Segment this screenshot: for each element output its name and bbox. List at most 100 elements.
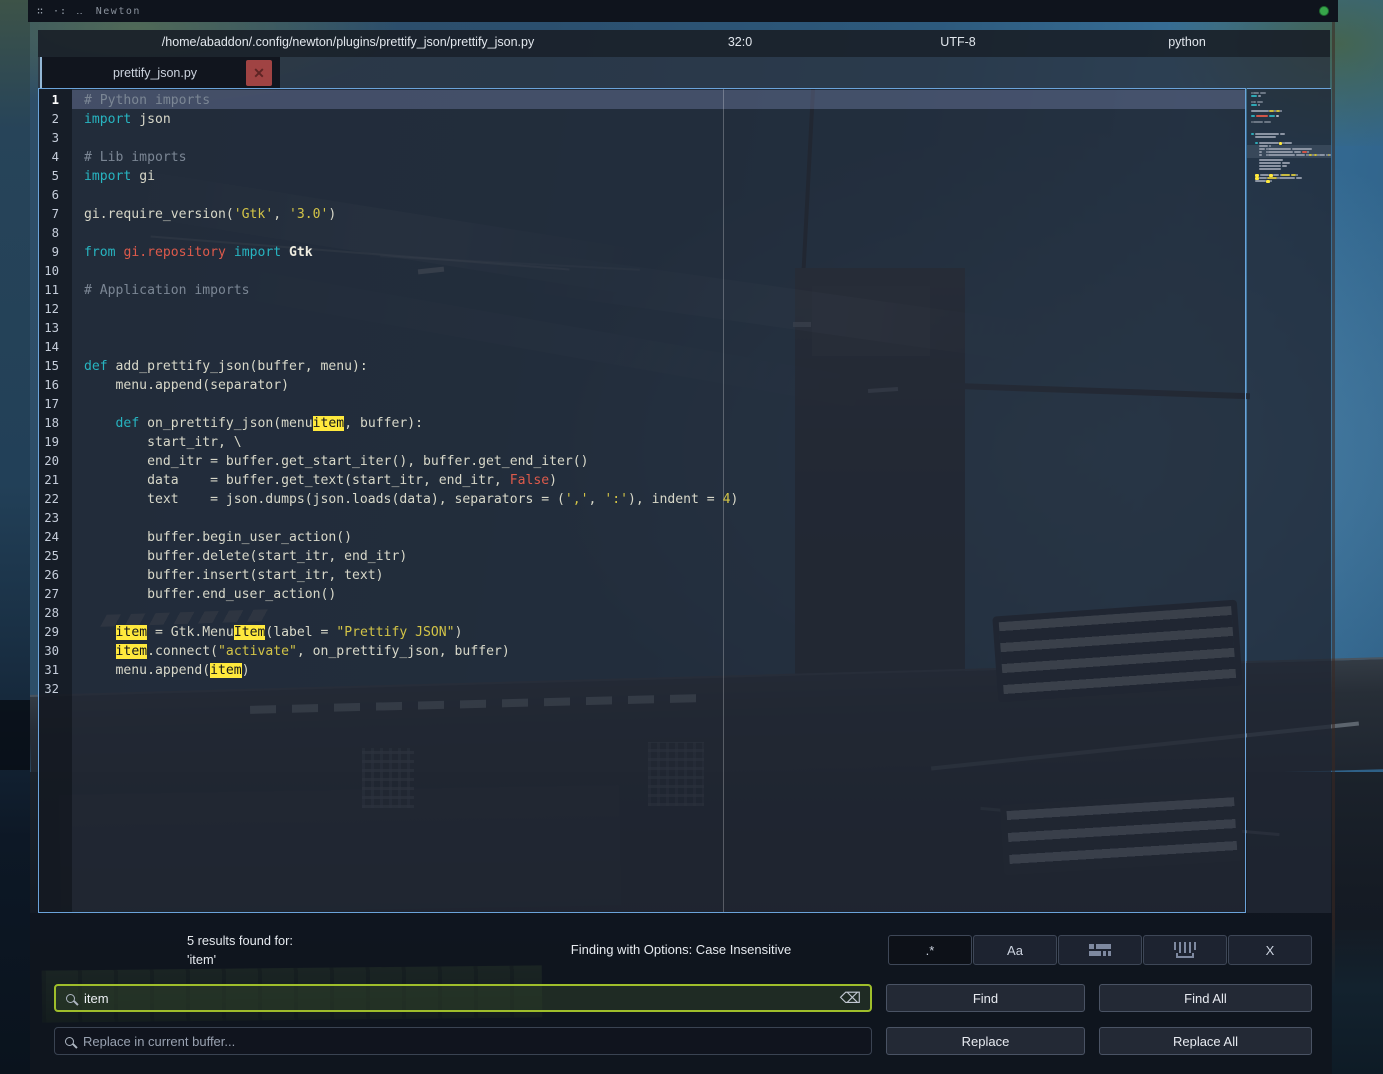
- line-number: 14: [39, 338, 59, 357]
- code-line[interactable]: [84, 604, 738, 623]
- regex-icon: .*: [926, 943, 935, 958]
- line-number: 26: [39, 566, 59, 585]
- minimap-line: [1296, 177, 1303, 179]
- code-line[interactable]: buffer.begin_user_action(): [84, 528, 738, 547]
- minimap-line: [1259, 165, 1282, 167]
- line-number: 29: [39, 623, 59, 642]
- find-options-status: Finding with Options: Case Insensitive: [571, 942, 791, 957]
- code-line[interactable]: buffer.insert(start_itr, text): [84, 566, 738, 585]
- minimap-line: [1257, 101, 1264, 103]
- code-line[interactable]: text = json.dumps(json.loads(data), sepa…: [84, 490, 738, 509]
- line-number: 13: [39, 319, 59, 338]
- search-results-summary: 5 results found for: 'item': [187, 931, 293, 969]
- minimap-line: [1251, 133, 1254, 135]
- status-bar: /home/abaddon/.config/newton/plugins/pre…: [38, 30, 1330, 57]
- minimap-line: [1255, 133, 1279, 135]
- code-line[interactable]: # Application imports: [84, 281, 738, 300]
- code-line[interactable]: from gi.repository import Gtk: [84, 243, 738, 262]
- code-line[interactable]: import json: [84, 110, 738, 129]
- editor: 1234567891011121314151617181920212223242…: [38, 88, 1331, 913]
- code-line[interactable]: [84, 262, 738, 281]
- minimap-line: [1259, 154, 1263, 156]
- line-number-gutter: 1234567891011121314151617181920212223242…: [39, 91, 59, 699]
- minimap-line: [1280, 110, 1282, 112]
- line-number: 16: [39, 376, 59, 395]
- code-line[interactable]: def on_prettify_json(menuitem, buffer):: [84, 414, 738, 433]
- code-line[interactable]: def add_prettify_json(buffer, menu):: [84, 357, 738, 376]
- line-number: 5: [39, 167, 59, 186]
- code-line[interactable]: [84, 319, 738, 338]
- find-button[interactable]: Find: [886, 984, 1085, 1012]
- minimap-line: [1259, 151, 1263, 153]
- minimap-line: [1273, 174, 1279, 176]
- line-number: 8: [39, 224, 59, 243]
- code-line[interactable]: data = buffer.get_text(start_itr, end_it…: [84, 471, 738, 490]
- replace-all-button[interactable]: Replace All: [1099, 1027, 1312, 1055]
- code-line[interactable]: [84, 186, 738, 205]
- code-text-area[interactable]: 1234567891011121314151617181920212223242…: [38, 88, 1246, 913]
- minimap-line: [1282, 162, 1290, 164]
- highlight-matches-button[interactable]: [1058, 935, 1142, 965]
- code-line[interactable]: end_itr = buffer.get_start_iter(), buffe…: [84, 452, 738, 471]
- replace-input[interactable]: Replace in current buffer...: [54, 1027, 872, 1055]
- minimap-line: [1268, 148, 1291, 150]
- window-titlebar[interactable]: ∷ ·: ‥ Newton: [28, 0, 1338, 22]
- line-number: 2: [39, 110, 59, 129]
- whole-word-button[interactable]: [1143, 935, 1227, 965]
- code-line[interactable]: # Lib imports: [84, 148, 738, 167]
- match-case-button[interactable]: Aa: [973, 935, 1057, 965]
- code-line[interactable]: [84, 338, 738, 357]
- minimap[interactable]: [1247, 88, 1331, 913]
- regex-toggle-button[interactable]: .*: [888, 935, 972, 965]
- window-title: Newton: [96, 6, 141, 17]
- code-line[interactable]: buffer.end_user_action(): [84, 585, 738, 604]
- filetype-label[interactable]: python: [1168, 35, 1206, 49]
- tab-label: prettify_json.py: [42, 66, 246, 80]
- code-line[interactable]: item.connect("activate", on_prettify_jso…: [84, 642, 738, 661]
- minimap-line: [1259, 177, 1268, 179]
- find-input[interactable]: item ⌫: [54, 984, 872, 1012]
- minimap-line: [1329, 154, 1331, 156]
- code-line[interactable]: menu.append(item): [84, 661, 738, 680]
- code-line[interactable]: start_itr, \: [84, 433, 738, 452]
- minimap-line: [1251, 115, 1255, 117]
- minimap-line: [1280, 133, 1286, 135]
- workspace-glyph-icon: ∷: [37, 6, 44, 17]
- tab-close-button[interactable]: ✕: [246, 60, 272, 86]
- code-line[interactable]: [84, 395, 738, 414]
- minimap-line: [1259, 162, 1282, 164]
- minimap-line: [1251, 110, 1269, 112]
- minimap-line: [1270, 180, 1272, 182]
- highlight-matches-icon: [1089, 944, 1111, 956]
- code-line[interactable]: [84, 680, 738, 699]
- encoding-label[interactable]: UTF-8: [940, 35, 975, 49]
- search-icon: [65, 1037, 74, 1046]
- minimap-line: [1259, 168, 1282, 170]
- clear-input-icon[interactable]: ⌫: [840, 991, 861, 1006]
- code-line[interactable]: [84, 224, 738, 243]
- minimap-line: [1259, 145, 1269, 147]
- minimap-line: [1251, 95, 1257, 97]
- code-line[interactable]: [84, 300, 738, 319]
- code-line[interactable]: menu.append(separator): [84, 376, 738, 395]
- code-line[interactable]: # Python imports: [84, 91, 738, 110]
- code-line[interactable]: gi.require_version('Gtk', '3.0'): [84, 205, 738, 224]
- code-line[interactable]: item = Gtk.MenuItem(label = "Prettify JS…: [84, 623, 738, 642]
- results-count: 5 results found for:: [187, 931, 293, 950]
- code-line[interactable]: import gi: [84, 167, 738, 186]
- tab-prettify-json[interactable]: prettify_json.py ✕: [40, 57, 280, 88]
- line-number: 4: [39, 148, 59, 167]
- code-line[interactable]: [84, 129, 738, 148]
- line-number: 15: [39, 357, 59, 376]
- line-number: 9: [39, 243, 59, 262]
- replace-button[interactable]: Replace: [886, 1027, 1085, 1055]
- close-search-button[interactable]: X: [1228, 935, 1312, 965]
- code-line[interactable]: buffer.delete(start_itr, end_itr): [84, 547, 738, 566]
- cursor-position: 32:0: [728, 35, 752, 49]
- minimap-line: [1307, 151, 1309, 153]
- minimap-line: [1276, 115, 1279, 117]
- find-all-button[interactable]: Find All: [1099, 984, 1312, 1012]
- code-line[interactable]: [84, 509, 738, 528]
- close-icon: X: [1266, 943, 1275, 958]
- line-number: 6: [39, 186, 59, 205]
